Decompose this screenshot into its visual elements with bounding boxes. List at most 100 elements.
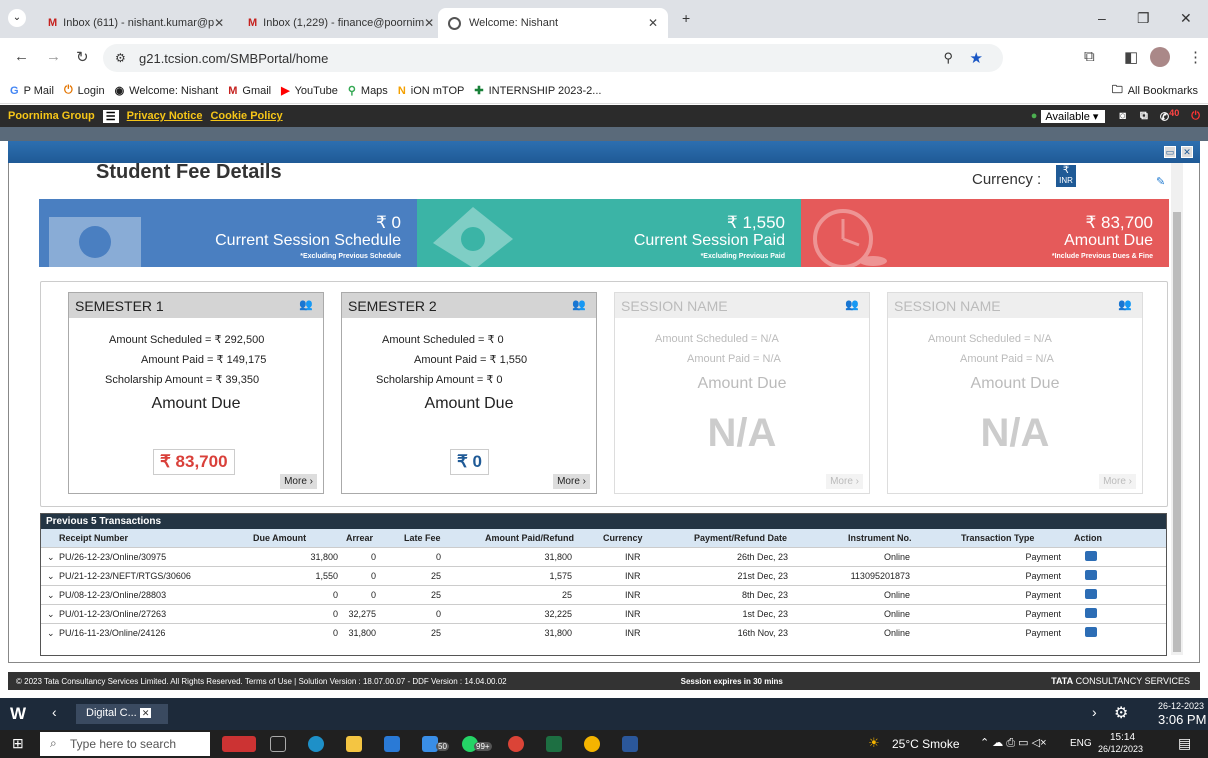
taskbar-search-input[interactable]: ⌕ Type here to search [40,732,210,756]
bookmark-welcome[interactable]: ◉ Welcome: Nishant [115,84,219,98]
maximize-button[interactable]: ❐ [1137,10,1150,27]
expand-chevron-icon[interactable]: ⌄ [47,571,55,582]
power-icon[interactable]: ⏻ [1191,110,1200,123]
task-view-icon[interactable] [270,736,286,752]
back-icon[interactable]: ← [14,48,29,65]
expand-chevron-icon[interactable]: ⌄ [47,590,55,601]
bookmark-login[interactable]: ⏻ Login [64,84,105,97]
print-icon[interactable] [1085,551,1097,563]
people-icon: 👥 [572,299,586,311]
tab-list-chevron-icon[interactable]: ⌄ [8,9,26,27]
windows-start-icon[interactable]: ⊞ [12,735,24,752]
bookmark-pmail[interactable]: GP Mail [10,85,54,97]
user-menu-icon[interactable]: ☰ [102,109,119,123]
more-button[interactable]: More › [553,474,590,489]
more-button[interactable]: More › [826,474,863,489]
menu-icon[interactable]: ⋮ [1188,48,1203,66]
table-row[interactable]: ⌄ PU/26-12-23/Online/30975 31,800 0 0 31,800 I… [41,547,1166,566]
session-card-3: SESSION NAME 👥 Amount Scheduled = N/A Amo… [614,292,870,494]
semester-card-1: SEMESTER 1 👥 Amount Scheduled = ₹ 292,500… [68,292,324,494]
forward-icon[interactable]: → [46,48,61,65]
notification-center-icon[interactable]: ▤ [1178,735,1191,752]
globe-icon [448,16,461,30]
bookmark-star-icon[interactable]: ★ [970,49,983,67]
session-card-4: SESSION NAME 👥 Amount Scheduled = N/A Amo… [887,292,1143,494]
all-bookmarks[interactable]: 🗀 All Bookmarks [1112,81,1198,100]
edit-pencil-icon[interactable]: ✎ [1156,175,1165,188]
restore-icon[interactable]: ▭ [1164,146,1176,158]
system-tray-icons[interactable]: ⌃ ☁ ⎙ ▭ ◁× [980,736,1047,750]
print-icon[interactable] [1085,608,1097,620]
chevron-right-icon[interactable]: › [1092,704,1097,720]
gmail-icon: M [48,17,58,29]
digital-assistant-strip: W ‹ Digital C... ✕ › ⚙ 26-12-2023 3:06 P… [0,698,1208,730]
weather-icon[interactable]: ☀ [868,735,880,751]
semester-card-2: SEMESTER 2 👥 Amount Scheduled = ₹ 0 Amoun… [341,292,597,494]
store-icon[interactable] [384,736,400,752]
bookmark-maps[interactable]: ⚲ Maps [348,84,388,98]
summary-paid-card: ₹ 1,550 Current Session Paid *Excluding … [417,199,801,267]
digital-chip-tab[interactable]: Digital C... ✕ [76,704,168,724]
tab-inbox-finance[interactable]: M Inbox (1,229) - finance@poornim ✕ [238,8,434,38]
expand-chevron-icon[interactable]: ⌄ [47,552,55,563]
print-icon[interactable] [1085,570,1097,582]
reload-icon[interactable]: ↻ [76,48,89,66]
close-icon[interactable]: ✕ [214,16,224,30]
print-icon[interactable] [1085,627,1097,639]
new-tab-button[interactable]: + [682,10,690,26]
people-icon: 👥 [1118,299,1132,311]
bookmark-internship[interactable]: ✚ INTERNSHIP 2023-2... [474,84,601,98]
tcs-logo: TATA CONSULTANCY SERVICES [1051,676,1190,686]
more-button[interactable]: More › [280,474,317,489]
cookie-policy-link[interactable]: Cookie Policy [210,110,282,122]
notification-icon[interactable]: ✆40 [1160,108,1179,124]
edge-icon[interactable] [308,736,324,752]
profile-avatar[interactable] [1150,47,1170,67]
settings-gear-icon[interactable]: ⚙ [1114,703,1128,723]
news-widget-icon[interactable] [222,736,256,752]
close-icon[interactable]: ✕ [424,16,434,30]
site-settings-icon[interactable]: ⚙ [115,51,126,65]
expand-chevron-icon[interactable]: ⌄ [47,609,55,620]
close-icon[interactable]: ✕ [1181,146,1193,158]
privacy-notice-link[interactable]: Privacy Notice [127,110,203,122]
transactions-title: Previous 5 Transactions [41,514,1166,529]
location-icon[interactable]: ⚲ [943,50,953,66]
status-select[interactable]: Available ▾ [1041,109,1106,123]
table-row[interactable]: ⌄ PU/16-11-23/Online/24126 0 31,800 25 31,800… [41,623,1166,642]
app-logo-icon[interactable]: W [10,704,26,724]
url-input[interactable]: ⚙ g21.tcsion.com/SMBPortal/home ⚲ ★ [103,44,1003,72]
excel-icon[interactable] [546,736,562,752]
close-icon[interactable]: ✕ [139,708,152,718]
chrome-icon[interactable] [508,736,524,752]
portal-subbar [0,127,1208,141]
table-row[interactable]: ⌄ PU/08-12-23/Online/28803 0 0 25 25 INR 8th De… [41,585,1166,604]
modal-titlebar: ▭ ✕ [8,141,1200,163]
close-window-button[interactable]: ✕ [1180,10,1192,27]
chevron-left-icon[interactable]: ‹ [52,704,57,720]
side-panel-icon[interactable]: ◧ [1124,48,1138,66]
word-icon[interactable] [622,736,638,752]
tab-welcome-nishant[interactable]: Welcome: Nishant ✕ [438,8,668,38]
file-explorer-icon[interactable] [346,736,362,752]
currency-label: Currency : [972,171,1042,188]
bookmark-gmail[interactable]: M Gmail [228,85,271,97]
inr-currency-icon[interactable]: ₹ INR [1056,165,1076,187]
scrollbar-thumb[interactable] [1173,212,1181,652]
close-icon[interactable]: ✕ [648,16,658,30]
print-icon[interactable] [1085,589,1097,601]
table-row[interactable]: ⌄ PU/21-12-23/NEFT/RTGS/30606 1,550 0 25 1,57… [41,566,1166,585]
transactions-table: Previous 5 Transactions Receipt Number D… [40,513,1167,656]
more-button[interactable]: More › [1099,474,1136,489]
bookmark-youtube[interactable]: ▶ YouTube [281,84,338,98]
tab-inbox-nishant[interactable]: M Inbox (611) - nishant.kumar@p ✕ [38,8,234,38]
window-icon[interactable]: ⧉ [1140,110,1148,123]
expand-chevron-icon[interactable]: ⌄ [47,628,55,639]
bookmark-ion-mtop[interactable]: NiON mTOP [398,85,465,97]
minimize-button[interactable]: – [1098,10,1106,26]
hand-cash-icon [433,207,513,267]
table-row[interactable]: ⌄ PU/01-12-23/Online/27263 0 32,275 0 32,225 I… [41,604,1166,623]
extensions-icon[interactable]: ⧉ [1084,48,1095,65]
chrome-profile-icon[interactable] [584,736,600,752]
camera-icon[interactable]: ◙ [1119,110,1126,122]
